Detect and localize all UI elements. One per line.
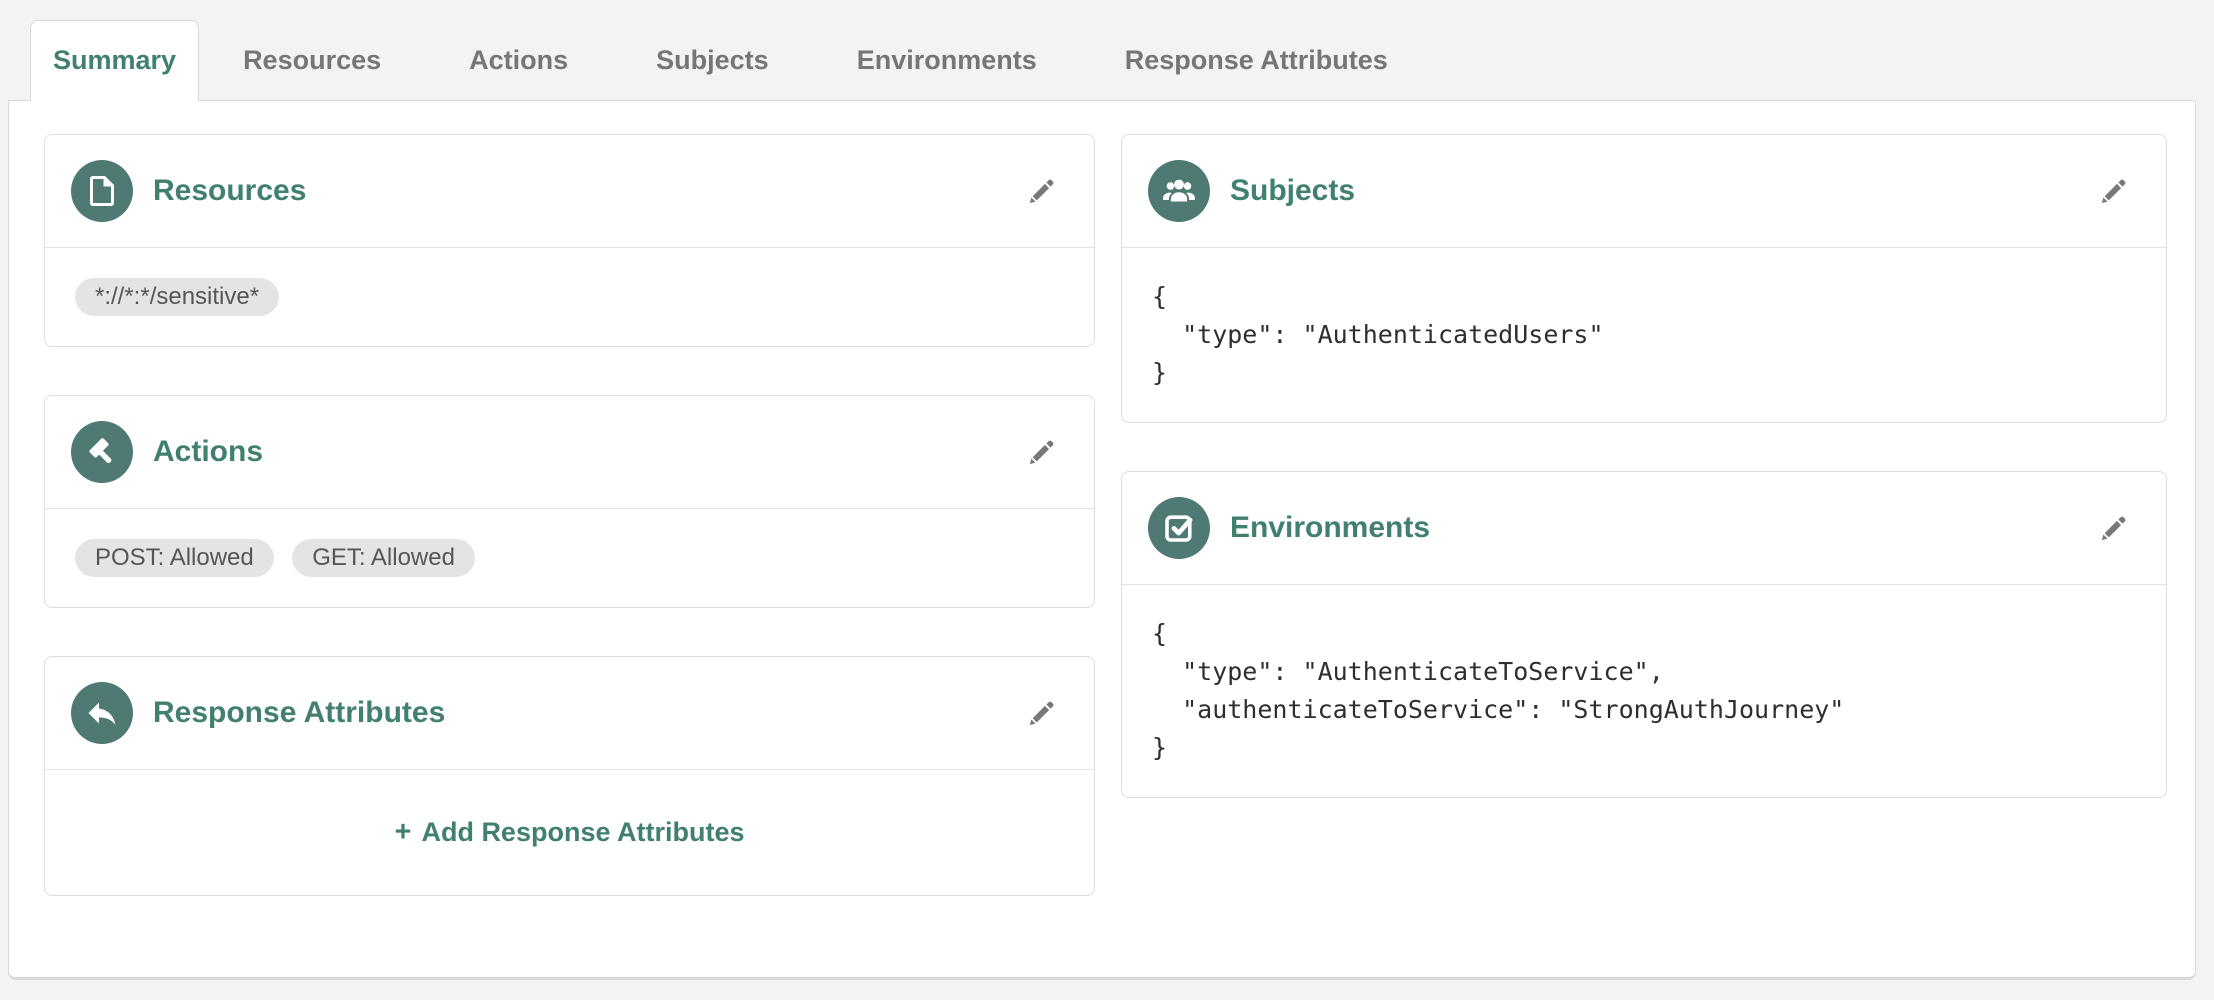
card-subjects-header: Subjects [1122, 135, 2166, 248]
edit-resources-button[interactable] [1026, 174, 1060, 208]
tab-subjects[interactable]: Subjects [612, 20, 813, 100]
card-response-attributes-body: + Add Response Attributes [45, 770, 1094, 895]
card-environments-body: { "type": "AuthenticateToService", "auth… [1122, 585, 2166, 797]
pencil-icon [2098, 175, 2132, 207]
action-pill-get: GET: Allowed [292, 539, 475, 577]
gavel-icon [71, 421, 133, 483]
check-square-icon [1148, 497, 1210, 559]
card-environments-title: Environments [1230, 511, 1430, 545]
tab-summary[interactable]: Summary [30, 20, 199, 101]
card-actions: Actions POST: Allowed GET: Allowed [44, 395, 1095, 608]
edit-response-attributes-button[interactable] [1026, 696, 1060, 730]
tab-environments[interactable]: Environments [813, 20, 1081, 100]
card-environments-header: Environments [1122, 472, 2166, 585]
left-column: Resources *://*:*/sensitive* [44, 134, 1095, 896]
card-response-attributes-title: Response Attributes [153, 696, 445, 730]
card-actions-header: Actions [45, 396, 1094, 509]
summary-panel: Resources *://*:*/sensitive* [8, 100, 2196, 980]
card-subjects: Subjects { "type": "AuthenticatedUsers" … [1121, 134, 2167, 423]
edit-actions-button[interactable] [1026, 435, 1060, 469]
file-icon [71, 160, 133, 222]
pencil-icon [1026, 697, 1060, 729]
card-subjects-title: Subjects [1230, 174, 1355, 208]
right-column: Subjects { "type": "AuthenticatedUsers" … [1121, 134, 2167, 798]
pencil-icon [2098, 512, 2132, 544]
card-subjects-body: { "type": "AuthenticatedUsers" } [1122, 248, 2166, 422]
summary-columns: Resources *://*:*/sensitive* [9, 101, 2195, 896]
pencil-icon [1026, 436, 1060, 468]
tab-response-attributes[interactable]: Response Attributes [1081, 20, 1432, 100]
card-resources-body: *://*:*/sensitive* [45, 248, 1094, 346]
users-icon [1148, 160, 1210, 222]
card-response-attributes-header: Response Attributes [45, 657, 1094, 770]
reply-icon [71, 682, 133, 744]
environments-json: { "type": "AuthenticateToService", "auth… [1152, 615, 2136, 767]
tab-resources[interactable]: Resources [199, 20, 425, 100]
card-actions-body: POST: Allowed GET: Allowed [45, 509, 1094, 607]
card-environments: Environments { "type": "AuthenticateToSe… [1121, 471, 2167, 798]
edit-environments-button[interactable] [2098, 511, 2132, 545]
tab-actions[interactable]: Actions [425, 20, 612, 100]
add-response-attributes-button[interactable]: + Add Response Attributes [45, 770, 1094, 895]
card-actions-title: Actions [153, 435, 263, 469]
card-resources-title: Resources [153, 174, 306, 208]
policy-tabbar: Summary Resources Actions Subjects Envir… [0, 0, 2214, 100]
card-response-attributes: Response Attributes + Add Response Attrib… [44, 656, 1095, 896]
plus-icon: + [395, 816, 412, 848]
add-response-attributes-label: Add Response Attributes [421, 817, 744, 847]
action-pill-post: POST: Allowed [75, 539, 274, 577]
resource-pattern-pill: *://*:*/sensitive* [75, 278, 279, 316]
pencil-icon [1026, 175, 1060, 207]
subjects-json: { "type": "AuthenticatedUsers" } [1152, 278, 2136, 392]
edit-subjects-button[interactable] [2098, 174, 2132, 208]
card-resources-header: Resources [45, 135, 1094, 248]
card-resources: Resources *://*:*/sensitive* [44, 134, 1095, 347]
